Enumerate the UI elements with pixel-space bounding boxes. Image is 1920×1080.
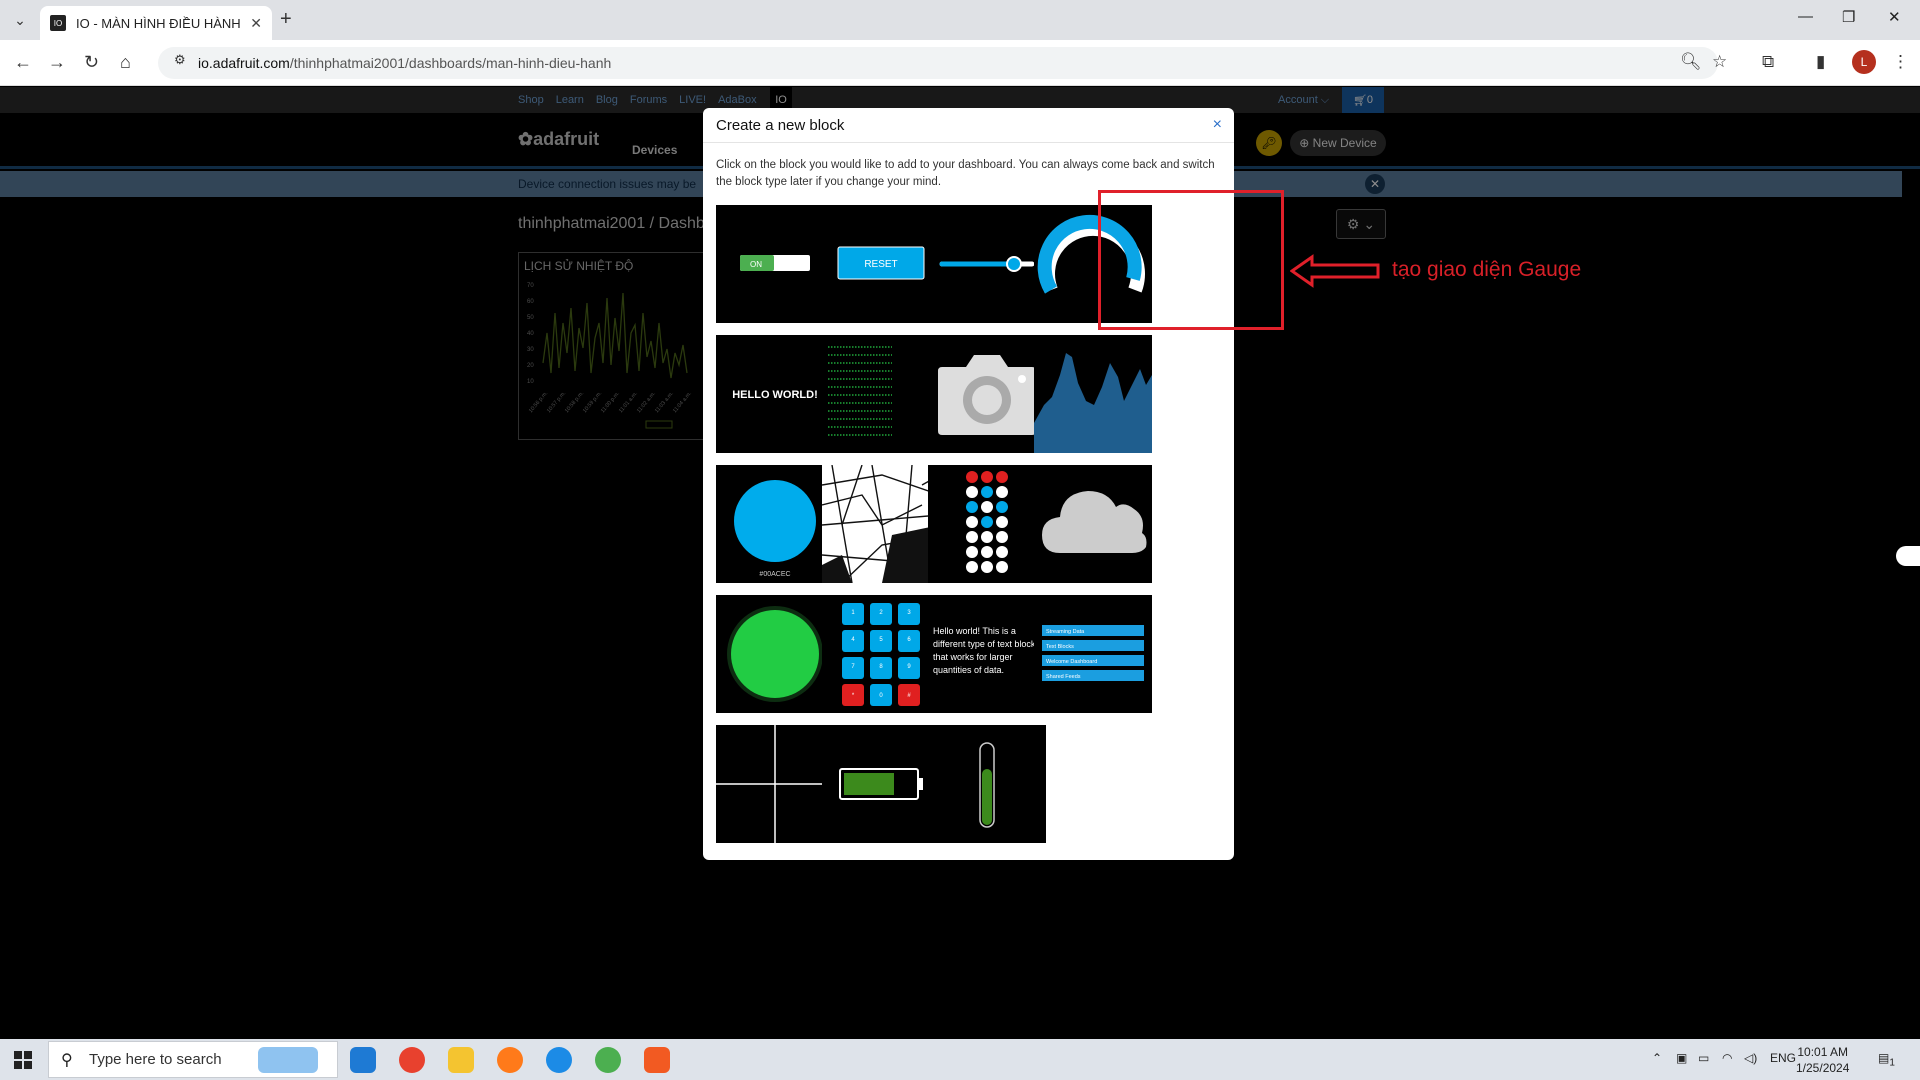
- taskbar-clock[interactable]: 10:01 AM 1/25/2024: [1796, 1044, 1849, 1076]
- windows-start-icon[interactable]: [14, 1051, 32, 1069]
- tab-close-icon[interactable]: ✕: [250, 15, 262, 32]
- slider-icon: [939, 256, 1035, 272]
- annotation-arrow-icon: [1290, 254, 1380, 288]
- gauge-highlight-box: [1098, 190, 1284, 330]
- bookmark-star-icon[interactable]: ☆: [1712, 52, 1727, 72]
- remote-control-icon: [966, 471, 1008, 573]
- file-explorer-icon[interactable]: [448, 1047, 474, 1073]
- tray-chevron-icon[interactable]: ⌃: [1652, 1051, 1662, 1065]
- reload-icon[interactable]: ↻: [84, 52, 99, 73]
- edge-icon[interactable]: [350, 1047, 376, 1073]
- stream-list-item: Streaming Data: [1046, 629, 1085, 635]
- wifi-icon[interactable]: ◠: [1722, 1051, 1732, 1065]
- block-momentary-button[interactable]: RESET: [822, 205, 940, 323]
- block-number-pad[interactable]: 1 2 3 4 5 6 7 8 9 * 0 #: [822, 595, 940, 713]
- modal-title: Create a new block: [716, 117, 845, 134]
- zoom-icon[interactable]: 🔍︎: [1680, 52, 1702, 72]
- clock-time: 10:01 AM: [1797, 1045, 1849, 1059]
- browser-tabstrip: ⌄ IO IO - MÀN HÌNH ĐIỀU HÀNH ✕ + — ❐ ✕: [0, 0, 1920, 40]
- search-highlight-icon[interactable]: [258, 1047, 318, 1073]
- text-block-preview: HELLO WORLD!: [732, 389, 818, 401]
- block-divider[interactable]: [716, 725, 834, 843]
- extensions-icon[interactable]: ⧉: [1762, 52, 1774, 72]
- block-color-picker[interactable]: #00ACEC: [716, 465, 834, 583]
- minimize-icon[interactable]: —: [1798, 8, 1813, 25]
- block-slider[interactable]: [928, 205, 1046, 323]
- brave-icon[interactable]: [644, 1047, 670, 1073]
- divider-icon: [716, 725, 834, 843]
- adafruit-favicon-icon: IO: [50, 15, 66, 31]
- block-image[interactable]: [928, 335, 1046, 453]
- new-tab-icon[interactable]: +: [280, 8, 292, 31]
- restore-icon[interactable]: ❐: [1842, 8, 1855, 26]
- menu-kebab-icon[interactable]: ⋮: [1892, 52, 1909, 72]
- vertical-meter-icon: [979, 742, 995, 828]
- modal-divider: [703, 142, 1234, 143]
- url-path: /thinhphatmai2001/dashboards/man-hinh-di…: [289, 55, 612, 71]
- reset-button-icon: RESET: [837, 246, 925, 280]
- area-chart-icon: [1034, 353, 1152, 453]
- window-close-icon[interactable]: ✕: [1888, 8, 1901, 26]
- block-toggle[interactable]: ON: [716, 205, 834, 323]
- hello-world-label: HELLO WORLD!: [732, 389, 818, 401]
- tray-app-icon[interactable]: ▣: [1676, 1051, 1687, 1065]
- block-battery[interactable]: [822, 725, 940, 843]
- block-map[interactable]: [822, 465, 940, 583]
- block-vertical-meter[interactable]: [928, 725, 1046, 843]
- reset-label: RESET: [864, 259, 897, 270]
- annotation-text: tạo giao diện Gauge: [1392, 258, 1582, 281]
- block-icon[interactable]: [1034, 465, 1152, 583]
- block-line-chart[interactable]: [1034, 335, 1152, 453]
- toggle-switch-icon: ON: [740, 255, 810, 271]
- side-widget-icon[interactable]: [1896, 546, 1920, 566]
- block-remote-control[interactable]: [928, 465, 1046, 583]
- battery-tray-icon[interactable]: ▭: [1698, 1051, 1709, 1065]
- firefox-dev-icon[interactable]: [546, 1047, 572, 1073]
- modal-description: Click on the block you would like to add…: [716, 159, 1215, 188]
- firefox-icon[interactable]: [497, 1047, 523, 1073]
- browser-tab[interactable]: IO IO - MÀN HÌNH ĐIỀU HÀNH ✕: [40, 6, 272, 40]
- address-bar[interactable]: io.adafruit.com/thinhphatmai2001/dashboa…: [158, 47, 1718, 79]
- profile-avatar[interactable]: L: [1852, 50, 1876, 74]
- chrome-icon[interactable]: [399, 1047, 425, 1073]
- battery-icon: [839, 768, 923, 800]
- forward-icon[interactable]: →: [48, 52, 66, 73]
- browser-toolbar: ← → ↻ ⌂ io.adafruit.com/thinhphatmai2001…: [0, 40, 1920, 86]
- windows-taskbar: ⚲ Type here to search ⌃ ▣ ▭ ◠ ◁) ENG 10:…: [0, 1039, 1920, 1080]
- block-multiline-text[interactable]: Hello world! This is a different type of…: [928, 595, 1046, 713]
- block-stream[interactable]: [822, 335, 940, 453]
- multiline-text-preview: Hello world! This is a different type of…: [933, 626, 1036, 675]
- color-hex-label: #00ACEC: [759, 571, 790, 578]
- stream-list-item: Shared Feeds: [1046, 674, 1081, 680]
- number-pad-icon: 1 2 3 4 5 6 7 8 9 * 0 #: [842, 603, 920, 706]
- back-icon[interactable]: ←: [14, 52, 32, 73]
- taskbar-search-placeholder: Type here to search: [89, 1051, 222, 1068]
- toggle-label: ON: [750, 260, 762, 269]
- tab-search-icon[interactable]: ⌄: [8, 8, 32, 32]
- notification-icon[interactable]: ▤1: [1878, 1051, 1895, 1068]
- search-icon: ⚲: [61, 1052, 73, 1069]
- app-green-icon[interactable]: [595, 1047, 621, 1073]
- color-circle-icon: #00ACEC: [734, 480, 816, 578]
- stream-log-icon: [828, 346, 892, 436]
- url-host: io.adafruit.com: [198, 55, 290, 71]
- cloud-icon: [1042, 491, 1147, 553]
- side-panel-icon[interactable]: ▮: [1816, 52, 1825, 72]
- stream-list-item: Welcome Dashboard: [1046, 659, 1097, 665]
- volume-icon[interactable]: ◁): [1744, 1051, 1757, 1065]
- modal-close-icon[interactable]: ×: [1213, 116, 1222, 134]
- site-info-icon[interactable]: ⚙: [174, 52, 186, 68]
- block-stream-list[interactable]: Streaming Data Text Blocks Welcome Dashb…: [1034, 595, 1152, 713]
- block-text[interactable]: HELLO WORLD!: [716, 335, 834, 453]
- home-icon[interactable]: ⌂: [120, 52, 131, 73]
- clock-date: 1/25/2024: [1796, 1061, 1850, 1075]
- stream-list-item: Text Blocks: [1046, 644, 1074, 650]
- indicator-light-icon: [727, 606, 823, 702]
- stream-list-icon: Streaming Data Text Blocks Welcome Dashb…: [1042, 625, 1144, 681]
- language-indicator[interactable]: ENG: [1770, 1051, 1796, 1065]
- map-icon: [822, 465, 940, 583]
- block-indicator[interactable]: [716, 595, 834, 713]
- camera-icon: [938, 355, 1036, 435]
- tab-title: IO - MÀN HÌNH ĐIỀU HÀNH: [76, 15, 241, 31]
